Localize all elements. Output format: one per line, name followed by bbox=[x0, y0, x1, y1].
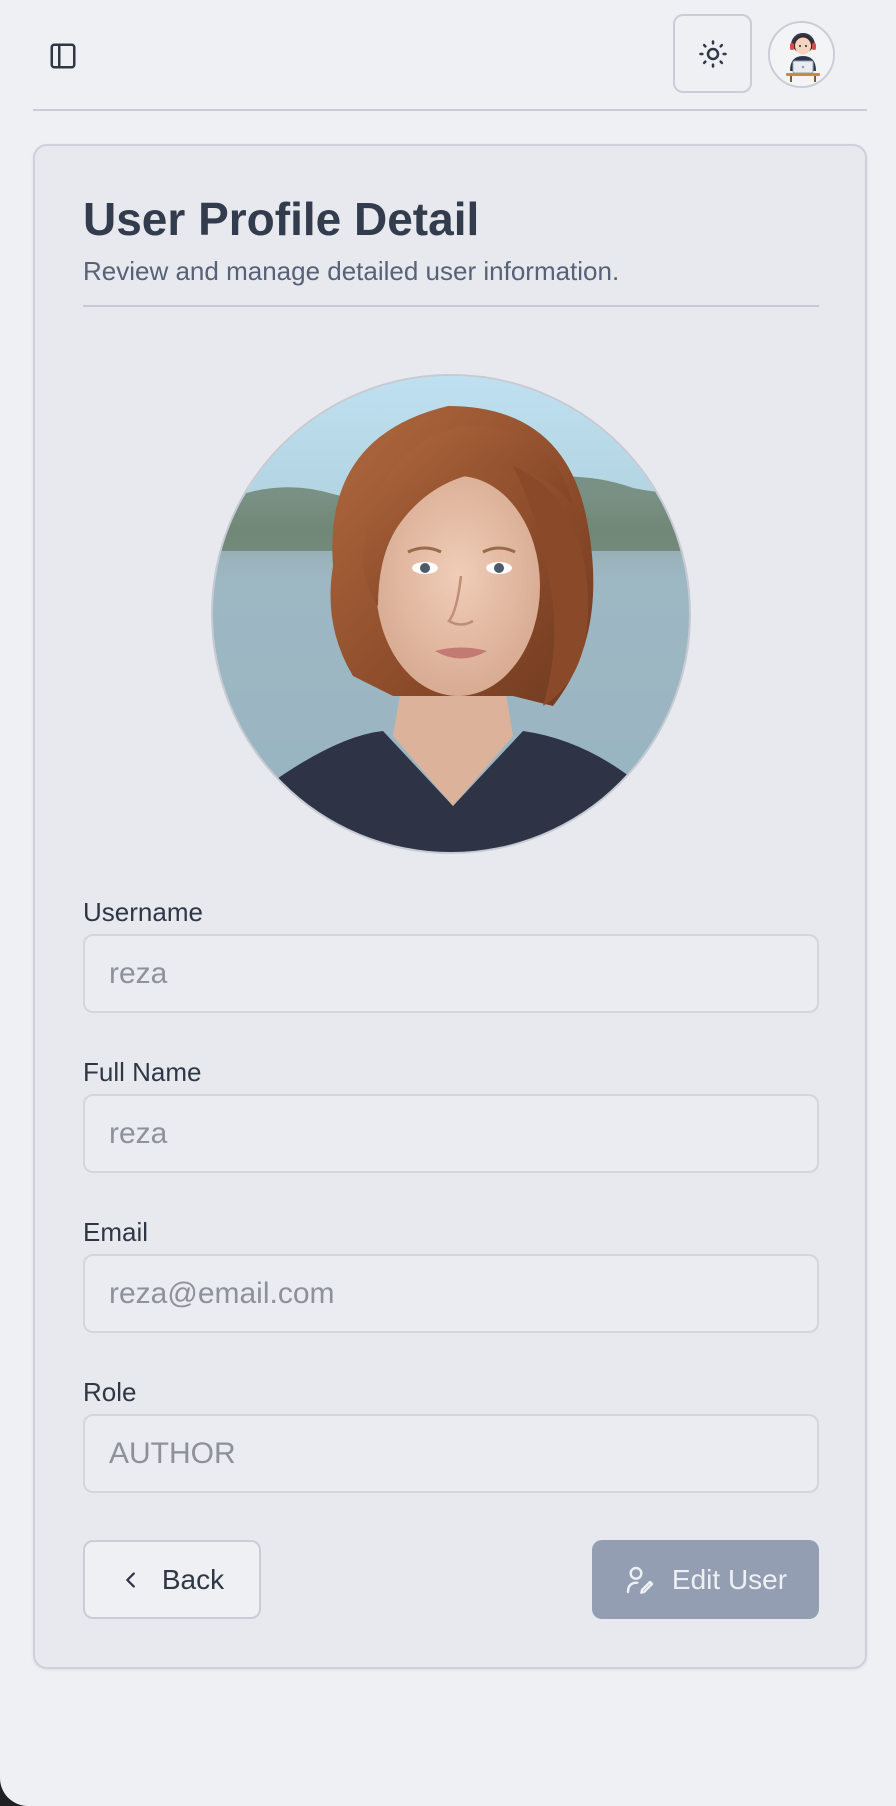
username-field-group: Username bbox=[83, 896, 819, 1013]
back-button-label: Back bbox=[161, 1563, 225, 1595]
user-avatar-button[interactable] bbox=[768, 21, 835, 88]
top-bar bbox=[33, 0, 867, 111]
sidebar-panel-icon bbox=[50, 43, 76, 69]
edit-user-button-label: Edit User bbox=[671, 1563, 788, 1595]
full-name-field-group: Full Name bbox=[83, 1056, 819, 1173]
profile-card: User Profile Detail Review and manage de… bbox=[33, 144, 867, 1669]
username-label: Username bbox=[83, 897, 203, 927]
card-header: User Profile Detail Review and manage de… bbox=[83, 192, 819, 307]
role-label: Role bbox=[83, 1377, 137, 1407]
user-edit-icon bbox=[626, 1566, 654, 1594]
back-button[interactable]: Back bbox=[83, 1540, 261, 1619]
app-page: User Profile Detail Review and manage de… bbox=[0, 0, 896, 1806]
email-label: Email bbox=[83, 1217, 149, 1247]
username-input[interactable] bbox=[83, 934, 819, 1013]
email-field-group: Email bbox=[83, 1216, 819, 1333]
page-subtitle: Review and manage detailed user informat… bbox=[83, 256, 620, 287]
full-name-label: Full Name bbox=[83, 1057, 202, 1087]
profile-photo-image bbox=[213, 376, 689, 852]
user-avatar-illustration bbox=[770, 23, 833, 86]
profile-photo bbox=[211, 374, 691, 854]
sidebar-toggle-button[interactable] bbox=[43, 36, 83, 76]
page-title: User Profile Detail bbox=[83, 193, 480, 245]
full-name-input[interactable] bbox=[83, 1094, 819, 1173]
edit-user-button[interactable]: Edit User bbox=[592, 1540, 819, 1619]
sun-icon bbox=[698, 39, 727, 68]
role-field-group: Role bbox=[83, 1376, 819, 1493]
theme-toggle-button[interactable] bbox=[673, 14, 752, 93]
role-input[interactable] bbox=[83, 1414, 819, 1493]
chevron-left-icon bbox=[126, 1571, 135, 1588]
email-input[interactable] bbox=[83, 1254, 819, 1333]
